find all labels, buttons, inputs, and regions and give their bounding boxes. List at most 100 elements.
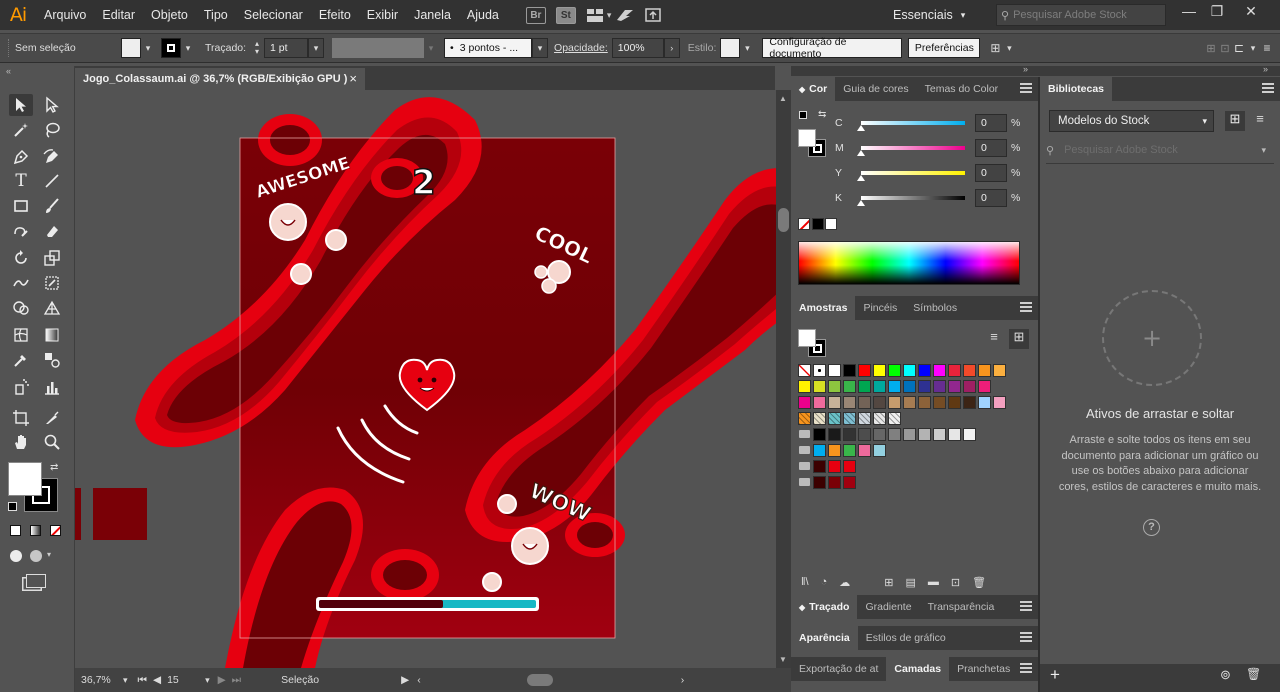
swatch[interactable] — [858, 364, 871, 377]
swatch[interactable] — [858, 412, 871, 425]
tab-artboards[interactable]: Pranchetas — [949, 657, 1018, 681]
swatch[interactable] — [933, 396, 946, 409]
eraser-tool-icon[interactable] — [40, 220, 64, 242]
shape-builder-tool-icon[interactable] — [9, 297, 33, 319]
swatch[interactable] — [993, 364, 1006, 377]
swatch-group-folder-icon[interactable] — [799, 462, 810, 470]
slice-tool-icon[interactable] — [40, 407, 64, 429]
swatch[interactable] — [918, 380, 931, 393]
swatch[interactable] — [843, 428, 856, 441]
swatch[interactable] — [918, 396, 931, 409]
expand-panels-icon[interactable]: » — [1263, 64, 1268, 74]
swatch[interactable] — [843, 380, 856, 393]
swatch[interactable] — [858, 396, 871, 409]
expand-panels-icon[interactable]: » — [1023, 64, 1028, 74]
yellow-value[interactable]: 0 — [975, 164, 1007, 182]
swatch-group-folder-icon[interactable] — [799, 430, 810, 438]
tab-layers[interactable]: Camadas — [886, 657, 950, 681]
opacity-field[interactable]: 100% — [611, 38, 664, 58]
hand-tool-icon[interactable] — [9, 431, 33, 453]
gradient-mode-button[interactable] — [30, 525, 41, 536]
swatch[interactable] — [798, 412, 811, 425]
swatch[interactable] — [798, 364, 811, 377]
swap-fill-stroke-icon[interactable]: ⇄ — [50, 462, 58, 473]
swatch-group-folder-icon[interactable] — [799, 446, 810, 454]
list-view-icon[interactable]: ≡ — [1250, 111, 1270, 131]
variable-width-profile[interactable] — [332, 38, 425, 58]
stroke-stepper[interactable]: ▴ ▾ — [250, 38, 264, 58]
list-view-icon[interactable]: ≡ — [984, 329, 1004, 349]
swatch[interactable] — [858, 428, 871, 441]
fill-swatch[interactable] — [121, 38, 141, 58]
swatch[interactable] — [828, 428, 841, 441]
tab-symbols[interactable]: Símbolos — [905, 296, 965, 320]
scroll-thumb[interactable] — [778, 208, 789, 232]
swatch[interactable] — [813, 380, 826, 393]
swatch[interactable] — [813, 460, 826, 473]
shaper-tool-icon[interactable] — [9, 220, 33, 242]
swatch[interactable] — [843, 364, 856, 377]
draw-normal-icon[interactable] — [10, 550, 22, 562]
magenta-slider[interactable] — [857, 146, 965, 156]
swatch[interactable] — [978, 396, 991, 409]
slider-thumb[interactable] — [857, 200, 865, 206]
stroke-weight-field[interactable]: 1 pt — [264, 38, 309, 58]
swatch[interactable] — [888, 412, 901, 425]
swatch[interactable] — [888, 364, 901, 377]
eyedropper-tool-icon[interactable] — [9, 349, 33, 371]
swatch[interactable] — [843, 396, 856, 409]
isolate-icon[interactable]: ⊡ — [1218, 38, 1232, 58]
zoom-tool-icon[interactable] — [40, 431, 64, 453]
arrange-chevron-icon[interactable]: ▾ — [1246, 38, 1260, 58]
workspace-switcher[interactable]: Essenciais ▾ — [893, 5, 965, 25]
swatch[interactable] — [933, 428, 946, 441]
arrange-icon[interactable]: ⊏ — [1232, 38, 1246, 58]
free-transform-tool-icon[interactable] — [40, 272, 64, 294]
chevron-down-icon[interactable]: ▼ — [779, 655, 787, 664]
collapse-tools-icon[interactable]: « — [6, 66, 11, 76]
swatch[interactable] — [813, 428, 826, 441]
tab-color-guide[interactable]: Guia de cores — [835, 77, 916, 101]
panel-menu-icon[interactable] — [1020, 663, 1032, 673]
help-icon[interactable]: ? — [1143, 519, 1160, 536]
none-mode-button[interactable] — [50, 525, 61, 536]
swatch[interactable] — [843, 460, 856, 473]
tab-color[interactable]: ◆ Cor — [791, 77, 836, 101]
canvas-vertical-scrollbar[interactable]: ▲ ▼ — [776, 90, 791, 668]
tab-swatches[interactable]: Amostras — [791, 296, 856, 320]
magenta-value[interactable]: 0 — [975, 139, 1007, 157]
new-swatch-icon[interactable]: ⊡ — [951, 576, 960, 589]
slider-thumb[interactable] — [857, 175, 865, 181]
menu-tipo[interactable]: Tipo — [196, 8, 236, 22]
library-search-input[interactable]: ⚲ Pesquisar Adobe Stock ▾ — [1046, 139, 1274, 161]
swatch[interactable] — [828, 364, 841, 377]
tab-stroke[interactable]: ◆ Traçado — [791, 595, 858, 619]
swatch[interactable] — [843, 476, 856, 489]
arrange-documents-icon[interactable] — [586, 8, 604, 22]
curvature-tool-icon[interactable] — [40, 146, 64, 168]
zoom-field[interactable]: 36,7% — [81, 674, 123, 686]
menu-editar[interactable]: Editar — [94, 8, 143, 22]
rotate-tool-icon[interactable] — [9, 247, 33, 269]
tab-gradient[interactable]: Gradiente — [857, 595, 919, 619]
opacity-label[interactable]: Opacidade: — [554, 42, 608, 54]
swatch[interactable] — [948, 396, 961, 409]
swatch[interactable] — [873, 412, 886, 425]
lasso-tool-icon[interactable] — [40, 119, 64, 141]
add-content-icon[interactable]: + — [1050, 665, 1060, 685]
cyan-value[interactable]: 0 — [975, 114, 1007, 132]
style-swatch[interactable] — [720, 38, 741, 58]
stroke-chevron-icon[interactable]: ▾ — [181, 38, 195, 58]
none-swatch[interactable] — [798, 218, 810, 230]
swatch[interactable] — [873, 380, 886, 393]
slider-thumb[interactable] — [857, 150, 865, 156]
mesh-tool-icon[interactable] — [9, 324, 33, 346]
tab-transparency[interactable]: Transparência — [920, 595, 1003, 619]
swatch[interactable] — [918, 428, 931, 441]
swatch[interactable] — [828, 444, 841, 457]
panel-menu-icon[interactable] — [1020, 83, 1032, 93]
bridge-button[interactable]: Br — [525, 6, 546, 24]
swatch[interactable] — [873, 428, 886, 441]
swatch[interactable] — [798, 396, 811, 409]
first-artboard-icon[interactable]: ⏮ — [138, 674, 147, 687]
